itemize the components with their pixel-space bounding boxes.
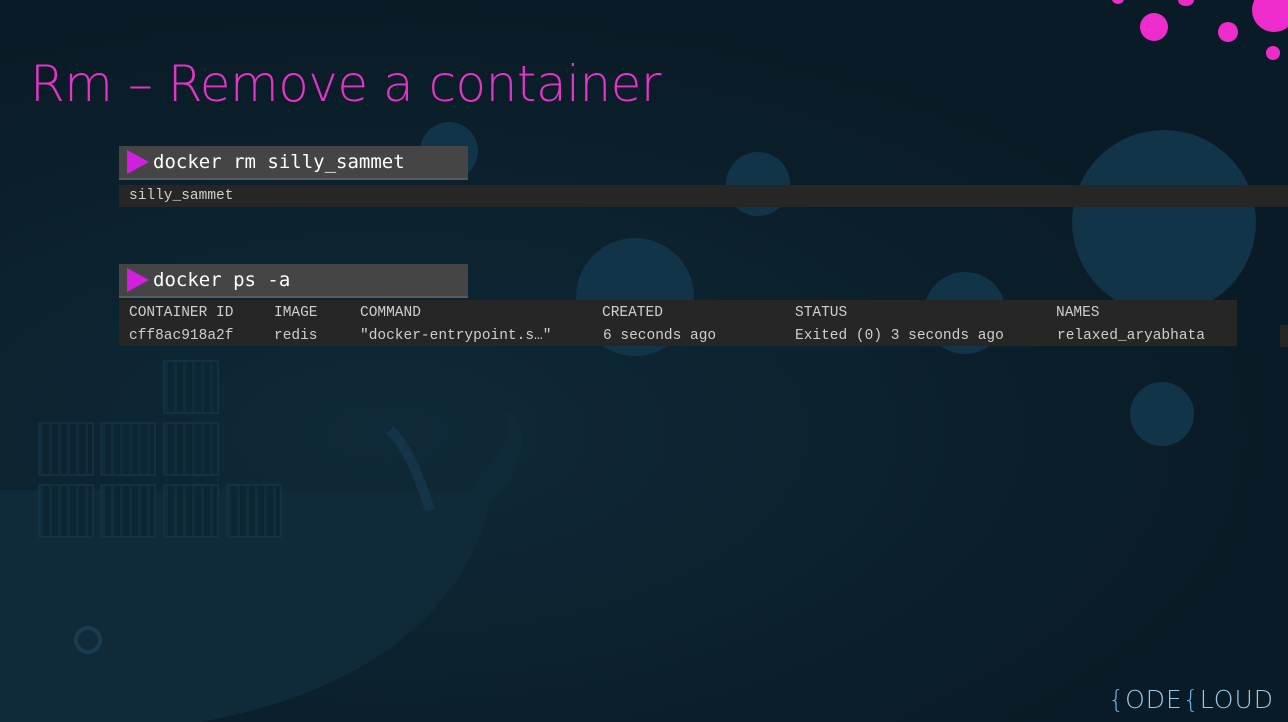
prompt-triangle-icon: [127, 150, 149, 174]
prompt-triangle-icon: [127, 268, 149, 292]
container-block: [226, 484, 282, 538]
table-header-created: CREATED: [602, 305, 663, 321]
container-block: [38, 484, 94, 538]
table-header-image: IMAGE: [274, 305, 318, 321]
ps-table: CONTAINER ID IMAGE COMMAND CREATED STATU…: [119, 300, 1237, 346]
output-line: silly_sammet: [129, 188, 234, 204]
table-header-names: NAMES: [1056, 305, 1100, 321]
bg-bubble: [1130, 382, 1194, 446]
table-cell-status: Exited (0) 3 seconds ago: [795, 328, 1004, 344]
decor-dot: [1112, 0, 1124, 4]
decor-dot: [1140, 13, 1168, 41]
table-header-command: COMMAND: [360, 305, 421, 321]
command-bar: docker rm silly_sammet: [119, 146, 468, 180]
container-block: [163, 484, 219, 538]
table-cell-image: redis: [274, 328, 318, 344]
kodekloud-logo: {ODE{LOUD: [1108, 685, 1274, 714]
container-block: [38, 422, 94, 476]
slide-title: Rm – Remove a container: [30, 55, 661, 113]
table-cell-container-id: cff8ac918a2f: [129, 328, 234, 344]
decor-dot: [1178, 0, 1194, 6]
container-block: [163, 360, 219, 414]
scroll-edge: [1280, 325, 1288, 347]
slide: Rm – Remove a container docker rm silly_…: [0, 0, 1288, 722]
table-header-container-id: CONTAINER ID: [129, 305, 234, 321]
table-header-status: STATUS: [795, 305, 848, 321]
command-text: docker rm silly_sammet: [153, 151, 405, 173]
command-bar: docker ps -a: [119, 264, 468, 298]
container-block: [163, 422, 219, 476]
bg-bubble: [1072, 130, 1256, 314]
table-cell-created: 6 seconds ago: [603, 328, 717, 344]
decor-dot: [1218, 22, 1238, 42]
decor-dot: [1266, 46, 1280, 60]
table-cell-names: relaxed_aryabhata: [1057, 328, 1205, 344]
table-cell-command: "docker-entrypoint.s…": [360, 328, 552, 344]
decor-dot: [1252, 0, 1288, 32]
command-text: docker ps -a: [153, 269, 291, 291]
command-output: silly_sammet: [119, 185, 1288, 207]
